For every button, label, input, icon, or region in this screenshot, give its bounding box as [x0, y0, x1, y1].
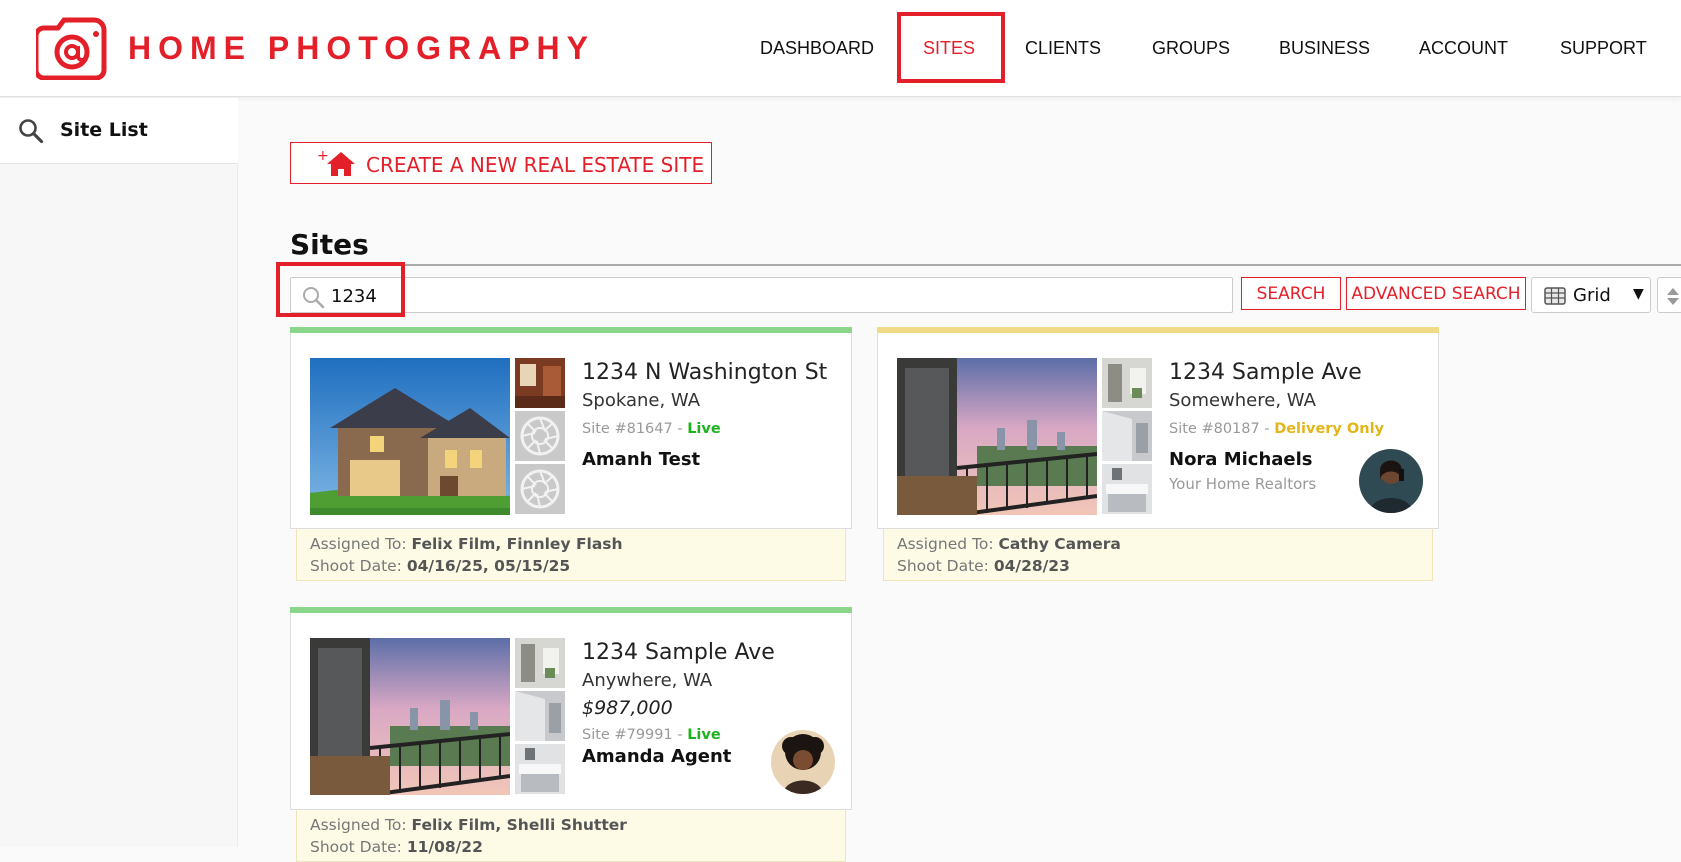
thumbnail[interactable] [1102, 358, 1152, 408]
agent-name: Amanh Test [582, 449, 701, 470]
sites-highlight-box [897, 12, 1005, 83]
view-mode-label: Grid [1573, 285, 1611, 306]
thumbnail[interactable] [1102, 464, 1152, 514]
view-mode-select[interactable]: Grid ▼ [1531, 277, 1651, 313]
sidebar-item-label: Site List [60, 119, 148, 141]
site-city: Spokane, WA [582, 390, 701, 411]
status-badge: Live [687, 727, 721, 743]
site-address[interactable]: 1234 N Washington St [582, 360, 827, 385]
shoot-date: Shoot Date: 11/08/22 [310, 838, 483, 856]
agent-company: Your Home Realtors [1169, 475, 1317, 493]
nav-groups[interactable]: GROUPS [1152, 38, 1230, 59]
agent-name: Nora Michaels [1169, 449, 1313, 470]
placeholder-thumbnail[interactable] [515, 411, 565, 461]
title-divider [290, 264, 1681, 266]
caret-down-icon: ▼ [1633, 286, 1644, 302]
property-photo[interactable] [897, 358, 1097, 515]
aperture-icon [520, 416, 560, 456]
status-badge: Delivery Only [1274, 421, 1385, 437]
create-site-button[interactable]: + CREATE A NEW REAL ESTATE SITE [290, 142, 712, 184]
nav-business[interactable]: BUSINESS [1279, 38, 1370, 59]
search-box[interactable] [290, 277, 1233, 313]
status-bar [290, 327, 852, 333]
assigned-to: Assigned To: Felix Film, Finnley Flash [310, 535, 623, 553]
create-site-label: CREATE A NEW REAL ESTATE SITE [366, 153, 705, 177]
page-title: Sites [290, 228, 369, 261]
top-header: HOME PHOTOGRAPHY DASHBOARD SITES CLIENTS… [0, 0, 1681, 97]
site-number: Site #81647 - Live [582, 421, 721, 437]
card-footer: Assigned To: Cathy Camera Shoot Date: 04… [883, 529, 1433, 581]
agent-avatar [771, 730, 835, 794]
status-badge: Live [687, 421, 721, 437]
search-input[interactable] [331, 282, 1211, 310]
thumbnail[interactable] [515, 358, 565, 408]
site-city: Somewhere, WA [1169, 390, 1316, 411]
status-bar [290, 607, 852, 613]
agent-name: Amanda Agent [582, 746, 732, 767]
site-number: Site #79991 - Live [582, 727, 721, 743]
camera-at-logo-icon[interactable] [36, 14, 112, 80]
thumbnail[interactable] [515, 744, 565, 794]
property-photo[interactable] [310, 638, 510, 795]
shoot-date: Shoot Date: 04/28/23 [897, 557, 1070, 575]
sort-button[interactable] [1657, 277, 1681, 313]
nav-dashboard[interactable]: DASHBOARD [760, 38, 874, 59]
card-footer: Assigned To: Felix Film, Shelli Shutter … [296, 810, 846, 862]
search-highlight-box [276, 262, 405, 317]
grid-icon [1544, 287, 1566, 305]
nav-account[interactable]: ACCOUNT [1419, 38, 1508, 59]
sort-arrows-icon [1667, 288, 1679, 305]
site-address[interactable]: 1234 Sample Ave [1169, 360, 1362, 385]
assigned-to: Assigned To: Felix Film, Shelli Shutter [310, 816, 627, 834]
sidebar-item-site-list[interactable]: Site List [0, 98, 238, 164]
placeholder-thumbnail[interactable] [515, 464, 565, 514]
site-number: Site #80187 - Delivery Only [1169, 421, 1385, 437]
agent-avatar [1359, 449, 1423, 513]
add-home-icon: + [317, 150, 355, 176]
site-city: Anywhere, WA [582, 670, 713, 691]
thumbnail[interactable] [1102, 411, 1152, 461]
shoot-date: Shoot Date: 04/16/25, 05/15/25 [310, 557, 571, 575]
assigned-to: Assigned To: Cathy Camera [897, 535, 1121, 553]
card-footer: Assigned To: Felix Film, Finnley Flash S… [296, 529, 846, 581]
thumbnail[interactable] [515, 638, 565, 688]
sidebar: Site List [0, 98, 238, 847]
site-card[interactable]: 1234 Sample Ave Anywhere, WA $987,000 Si… [290, 607, 852, 810]
property-photo[interactable] [310, 358, 510, 515]
brand-name: HOME PHOTOGRAPHY [128, 30, 595, 66]
site-price: $987,000 [582, 697, 673, 719]
site-card[interactable]: 1234 N Washington St Spokane, WA Site #8… [290, 327, 852, 529]
search-icon [19, 119, 44, 144]
thumbnail[interactable] [515, 691, 565, 741]
advanced-search-button[interactable]: ADVANCED SEARCH [1346, 277, 1526, 310]
aperture-icon [520, 469, 560, 509]
status-bar [877, 327, 1439, 333]
search-button[interactable]: SEARCH [1241, 277, 1341, 310]
nav-clients[interactable]: CLIENTS [1025, 38, 1101, 59]
site-card[interactable]: 1234 Sample Ave Somewhere, WA Site #8018… [877, 327, 1439, 529]
site-address[interactable]: 1234 Sample Ave [582, 640, 775, 665]
nav-support[interactable]: SUPPORT [1560, 38, 1647, 59]
svg-text:+: + [317, 150, 329, 164]
